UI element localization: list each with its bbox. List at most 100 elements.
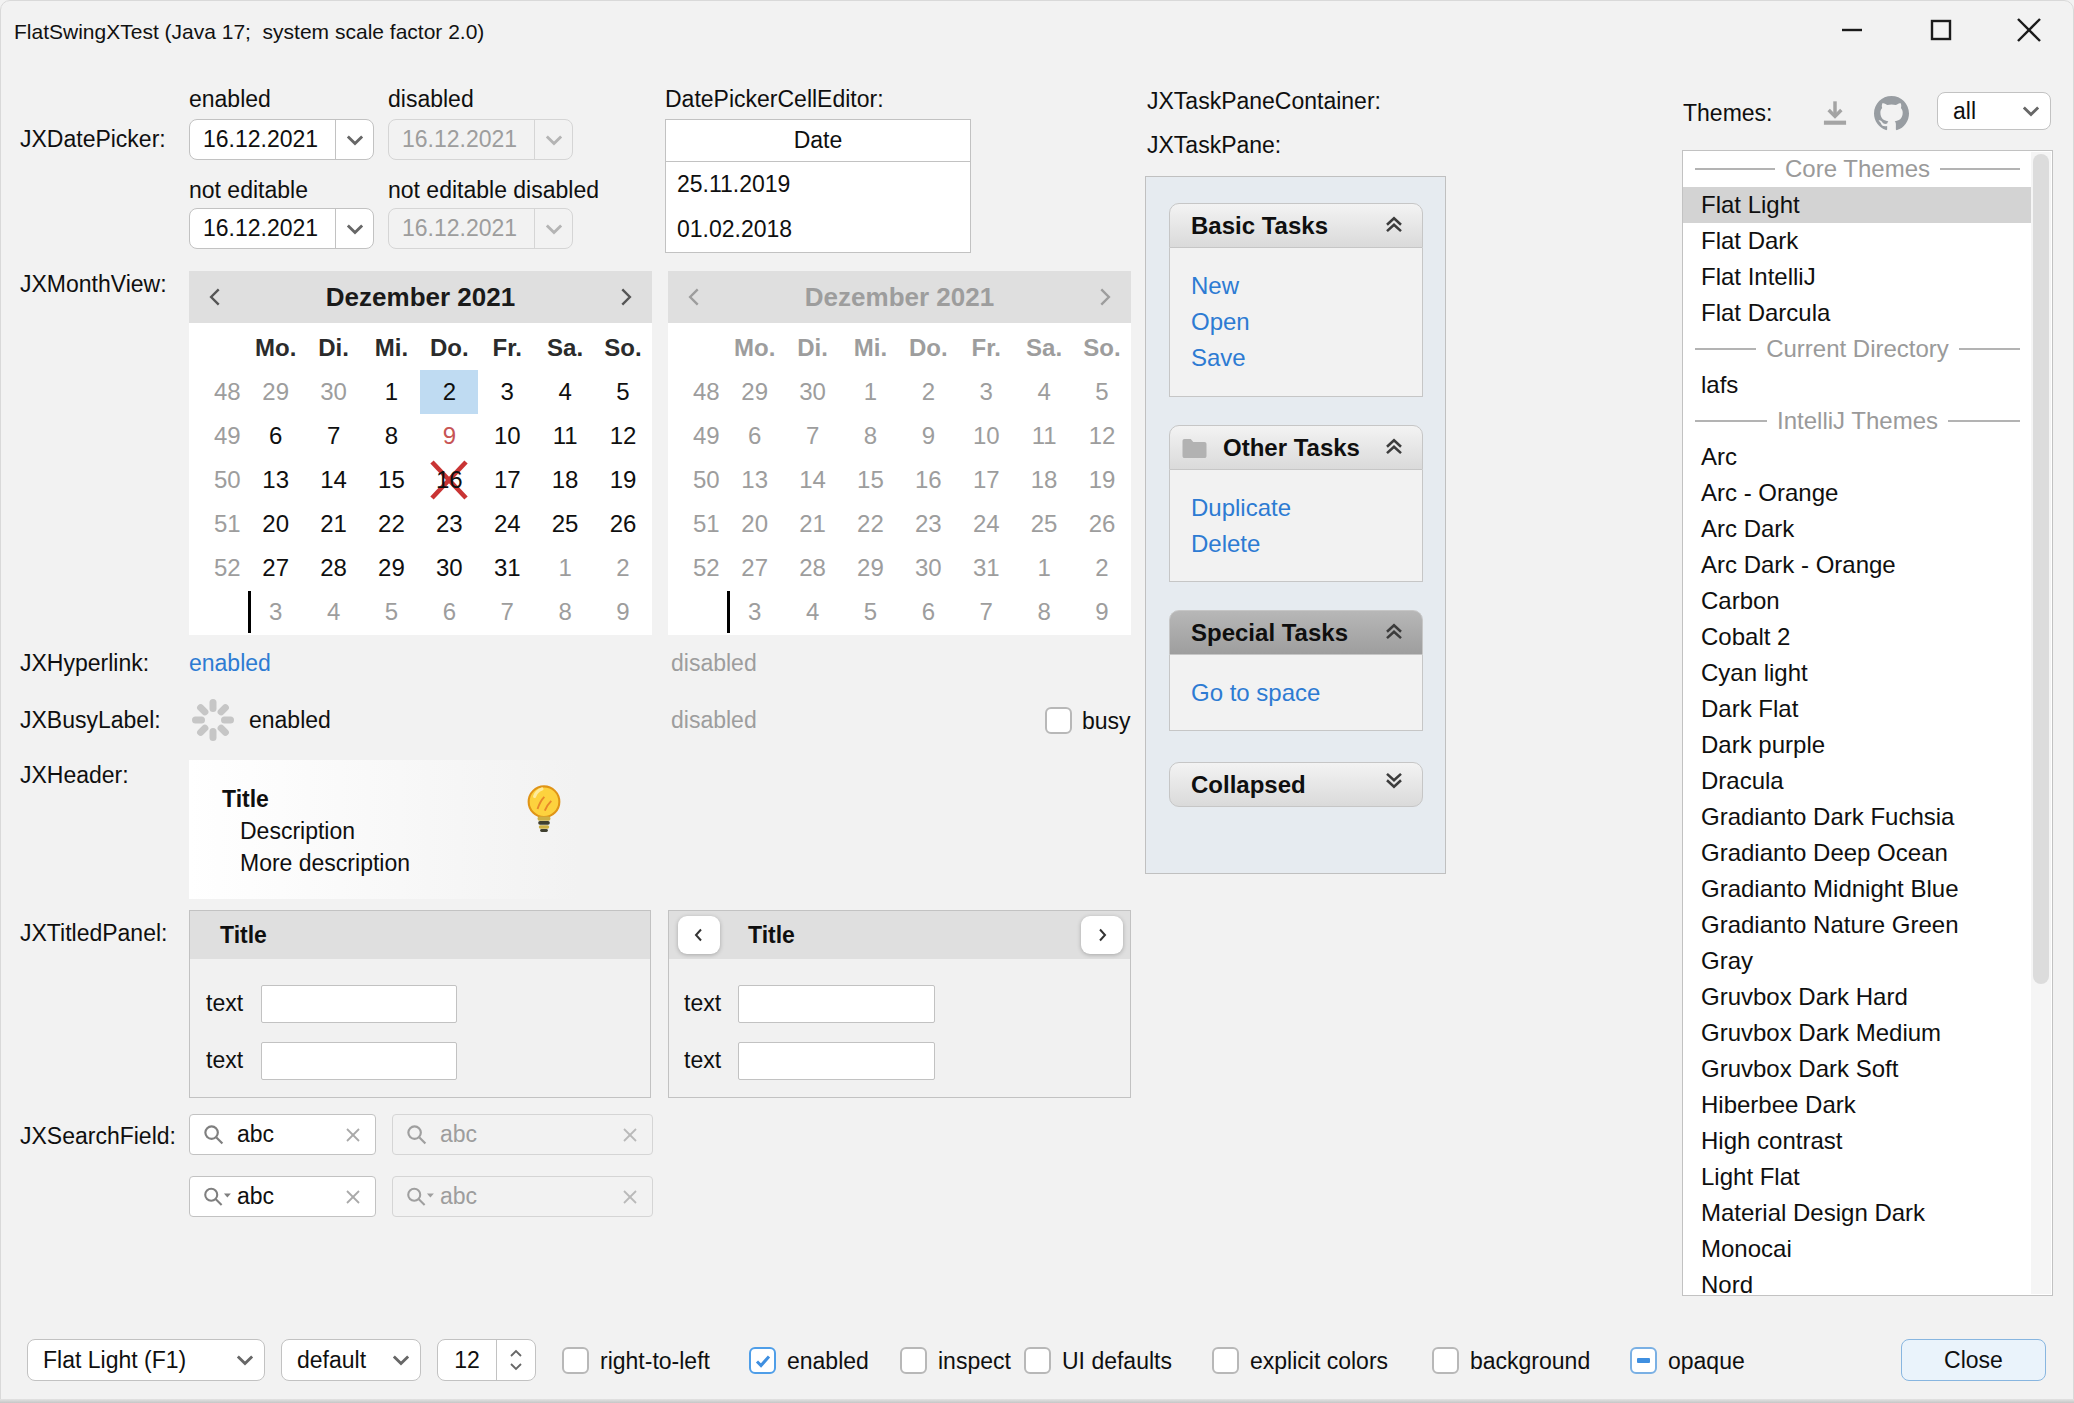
- minimize-button[interactable]: [1807, 0, 1897, 60]
- calendar-day[interactable]: 3: [247, 590, 305, 634]
- taskpane-header-special-tasks[interactable]: Special Tasks: [1169, 610, 1423, 655]
- calendar-day[interactable]: 15: [363, 458, 421, 502]
- calendar-day[interactable]: 29: [363, 546, 421, 590]
- calendar-day[interactable]: 25: [536, 502, 594, 546]
- text-input-3[interactable]: [738, 985, 935, 1023]
- calendar-day[interactable]: 9: [420, 414, 478, 458]
- calendar-day[interactable]: 18: [536, 458, 594, 502]
- close-window-button[interactable]: [1984, 0, 2074, 60]
- calendar-day[interactable]: 23: [420, 502, 478, 546]
- theme-item-arc-orange[interactable]: Arc - Orange: [1683, 475, 2032, 511]
- checkbox-explicit-colors[interactable]: [1212, 1347, 1239, 1374]
- maximize-button[interactable]: [1896, 0, 1986, 60]
- calendar-day[interactable]: 8: [363, 414, 421, 458]
- theme-item-dracula[interactable]: Dracula: [1683, 763, 2032, 799]
- theme-item-light-flat[interactable]: Light Flat: [1683, 1159, 2032, 1195]
- calendar-day[interactable]: 29: [247, 370, 305, 414]
- themes-filter-combo[interactable]: all: [1937, 92, 2051, 130]
- theme-item-gradianto-nature-green[interactable]: Gradianto Nature Green: [1683, 907, 2032, 943]
- datepicker-cell-editor-table[interactable]: Date 25.11.2019 01.02.2018: [665, 119, 971, 253]
- themes-scrollbar[interactable]: [2031, 152, 2051, 1294]
- calendar-day[interactable]: 31: [478, 546, 536, 590]
- chevron-double-up-icon[interactable]: [1380, 431, 1408, 465]
- text-input-1[interactable]: [261, 985, 457, 1023]
- taskpane-header-collapsed[interactable]: Collapsed: [1169, 762, 1423, 807]
- taskpane-header-basic-tasks[interactable]: Basic Tasks: [1169, 203, 1423, 248]
- theme-item-gradianto-midnight-blue[interactable]: Gradianto Midnight Blue: [1683, 871, 2032, 907]
- theme-item-nord[interactable]: Nord: [1683, 1267, 2032, 1296]
- calendar-day[interactable]: 10: [478, 414, 536, 458]
- themes-scrollbar-thumb[interactable]: [2033, 154, 2049, 984]
- monthview-enabled[interactable]: Dezember 2021Mo.Di.Mi.Do.Fr.Sa.So.482930…: [189, 271, 652, 635]
- calendar-day[interactable]: 16: [420, 458, 478, 502]
- searchfield-enabled[interactable]: abc: [189, 1114, 376, 1155]
- calendar-day[interactable]: 11: [536, 414, 594, 458]
- theme-item-flat-dark[interactable]: Flat Dark: [1683, 223, 2032, 259]
- calendar-day[interactable]: 30: [420, 546, 478, 590]
- spinner-buttons[interactable]: [496, 1340, 535, 1380]
- theme-item-gruvbox-dark-medium[interactable]: Gruvbox Dark Medium: [1683, 1015, 2032, 1051]
- theme-item-gruvbox-dark-soft[interactable]: Gruvbox Dark Soft: [1683, 1051, 2032, 1087]
- calendar-day[interactable]: 12: [594, 414, 652, 458]
- close-button[interactable]: Close: [1901, 1339, 2046, 1381]
- next-month-button[interactable]: [610, 282, 640, 312]
- searchfield-dropdown-enabled-value[interactable]: abc: [232, 1183, 343, 1210]
- laf-combo[interactable]: Flat Light (F1): [27, 1339, 265, 1381]
- taskpane-link-duplicate[interactable]: Duplicate: [1191, 490, 1422, 526]
- calendar-day[interactable]: 6: [247, 414, 305, 458]
- hyperlink-enabled[interactable]: enabled: [189, 649, 271, 677]
- calendar-day[interactable]: 19: [594, 458, 652, 502]
- checkbox-inspect[interactable]: [900, 1347, 927, 1374]
- calendar-day[interactable]: 24: [478, 502, 536, 546]
- checkbox-enabled[interactable]: [749, 1347, 776, 1374]
- taskpane-link-new[interactable]: New: [1191, 268, 1422, 304]
- theme-item-lafs[interactable]: lafs: [1683, 367, 2032, 403]
- taskpane-link-open[interactable]: Open: [1191, 304, 1422, 340]
- calendar-day[interactable]: 2: [594, 546, 652, 590]
- text-input-4[interactable]: [738, 1042, 935, 1080]
- theme-item-monocai[interactable]: Monocai: [1683, 1231, 2032, 1267]
- calendar-day[interactable]: 21: [305, 502, 363, 546]
- theme-item-arc[interactable]: Arc: [1683, 439, 2032, 475]
- calendar-day[interactable]: 5: [594, 370, 652, 414]
- datepicker-enabled[interactable]: 16.12.2021: [189, 119, 374, 160]
- theme-item-hiberbee-dark[interactable]: Hiberbee Dark: [1683, 1087, 2032, 1123]
- calendar-day[interactable]: 1: [363, 370, 421, 414]
- calendar-day[interactable]: 13: [247, 458, 305, 502]
- calendar-day[interactable]: 17: [478, 458, 536, 502]
- theme-item-arc-dark[interactable]: Arc Dark: [1683, 511, 2032, 547]
- text-input-2[interactable]: [261, 1042, 457, 1080]
- calendar-day[interactable]: 6: [420, 590, 478, 634]
- datepicker-not-editable-dropdown-icon[interactable]: [335, 209, 373, 248]
- theme-item-flat-intellij[interactable]: Flat IntelliJ: [1683, 259, 2032, 295]
- busy-checkbox[interactable]: [1045, 707, 1072, 734]
- taskpane-link-save[interactable]: Save: [1191, 340, 1422, 376]
- theme-item-material-design-dark[interactable]: Material Design Dark: [1683, 1195, 2032, 1231]
- calendar-day[interactable]: 20: [247, 502, 305, 546]
- chevron-double-up-icon[interactable]: [1380, 209, 1408, 243]
- searchfield-enabled-value[interactable]: abc: [226, 1121, 343, 1148]
- theme-item-gruvbox-dark-hard[interactable]: Gruvbox Dark Hard: [1683, 979, 2032, 1015]
- table-header-date[interactable]: Date: [666, 120, 970, 162]
- search-dropdown-icon[interactable]: [202, 1185, 232, 1209]
- theme-item-flat-light[interactable]: Flat Light: [1683, 187, 2032, 223]
- theme-item-cobalt-2[interactable]: Cobalt 2: [1683, 619, 2032, 655]
- table-row[interactable]: 25.11.2019: [666, 162, 970, 207]
- chevron-double-up-icon[interactable]: [1380, 616, 1408, 650]
- calendar-day[interactable]: 27: [247, 546, 305, 590]
- calendar-day[interactable]: 8: [536, 590, 594, 634]
- download-icon[interactable]: [1816, 95, 1854, 139]
- theme-item-dark-flat[interactable]: Dark Flat: [1683, 691, 2032, 727]
- datepicker-not-editable[interactable]: 16.12.2021: [189, 208, 374, 249]
- searchfield-dropdown-enabled[interactable]: abc: [189, 1176, 376, 1217]
- font-size-spinner[interactable]: 12: [437, 1339, 536, 1381]
- calendar-day[interactable]: 9: [594, 590, 652, 634]
- taskpane-link-go-to-space[interactable]: Go to space: [1191, 675, 1422, 711]
- checkbox-background[interactable]: [1432, 1347, 1459, 1374]
- themes-list[interactable]: Core ThemesFlat LightFlat DarkFlat Intel…: [1682, 150, 2053, 1296]
- calendar-day[interactable]: 22: [363, 502, 421, 546]
- theme-item-gray[interactable]: Gray: [1683, 943, 2032, 979]
- checkbox-ui-defaults[interactable]: [1024, 1347, 1051, 1374]
- calendar-day[interactable]: 3: [478, 370, 536, 414]
- titledpanel-next-button[interactable]: [1081, 916, 1123, 954]
